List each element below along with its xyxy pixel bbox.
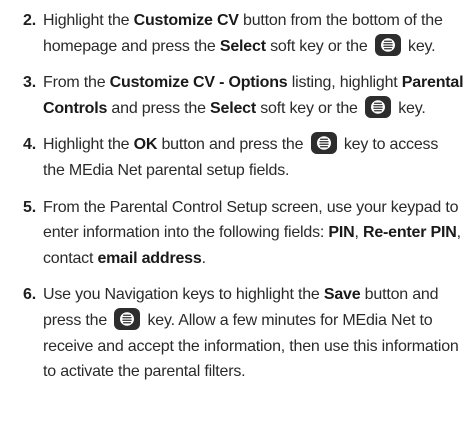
emphasized-term: Customize CV — [133, 12, 239, 29]
text-run: button and press the — [157, 136, 308, 154]
text-run: soft key or the — [256, 99, 362, 117]
text-run: , — [354, 224, 363, 242]
text-run: key. — [393, 99, 426, 117]
step-text: Highlight the OK button and press the ke… — [43, 132, 438, 179]
step-number: 4. — [23, 136, 36, 154]
text-run: and press the — [107, 99, 211, 117]
text-run: Highlight the — [43, 136, 134, 154]
text-run: listing, highlight — [287, 74, 402, 92]
text-run: Use you Navigation keys to highlight the — [43, 286, 324, 304]
step-text: Highlight the Customize CV button from t… — [43, 12, 443, 56]
select-key-icon — [364, 95, 391, 118]
text-run: Highlight the — [43, 12, 134, 29]
step-number: 6. — [23, 286, 36, 304]
emphasized-term: PIN — [328, 224, 355, 242]
select-key-icon — [114, 307, 141, 330]
step-text: From the Customize CV - Options listing,… — [43, 74, 464, 118]
step-number: 5. — [23, 198, 36, 216]
text-run: soft key or the — [265, 37, 372, 55]
emphasized-term: email address — [97, 249, 202, 267]
text-run: key. — [403, 37, 436, 55]
emphasized-term: OK — [133, 136, 158, 154]
text-run: . — [201, 249, 206, 267]
emphasized-term: Select — [219, 37, 266, 55]
step-item: 2. Highlight the Customize CV button from… — [8, 8, 464, 59]
manual-page: 2. Highlight the Customize CV button from… — [0, 0, 474, 445]
text-run: From the — [43, 74, 110, 92]
step-text: From the Parental Control Setup screen, … — [43, 199, 461, 267]
step-number: 3. — [23, 74, 36, 92]
emphasized-term: Re-enter PIN — [362, 224, 457, 242]
select-key-icon — [310, 132, 337, 155]
step-item: 3. From the Customize CV - Options listin… — [8, 70, 464, 121]
step-number: 2. — [23, 12, 36, 29]
step-text: Use you Navigation keys to highlight the… — [43, 286, 459, 380]
emphasized-term: Save — [323, 286, 361, 304]
emphasized-term: Select — [210, 99, 256, 117]
step-item: 4. Highlight the OK button and press the … — [8, 132, 464, 183]
select-key-icon — [374, 33, 401, 56]
emphasized-term: Customize CV - Options — [109, 74, 288, 92]
step-item: 6. Use you Navigation keys to highlight t… — [8, 282, 464, 384]
step-item: 5. From the Parental Control Setup screen… — [8, 195, 464, 272]
instruction-list: 2. Highlight the Customize CV button from… — [8, 8, 464, 385]
